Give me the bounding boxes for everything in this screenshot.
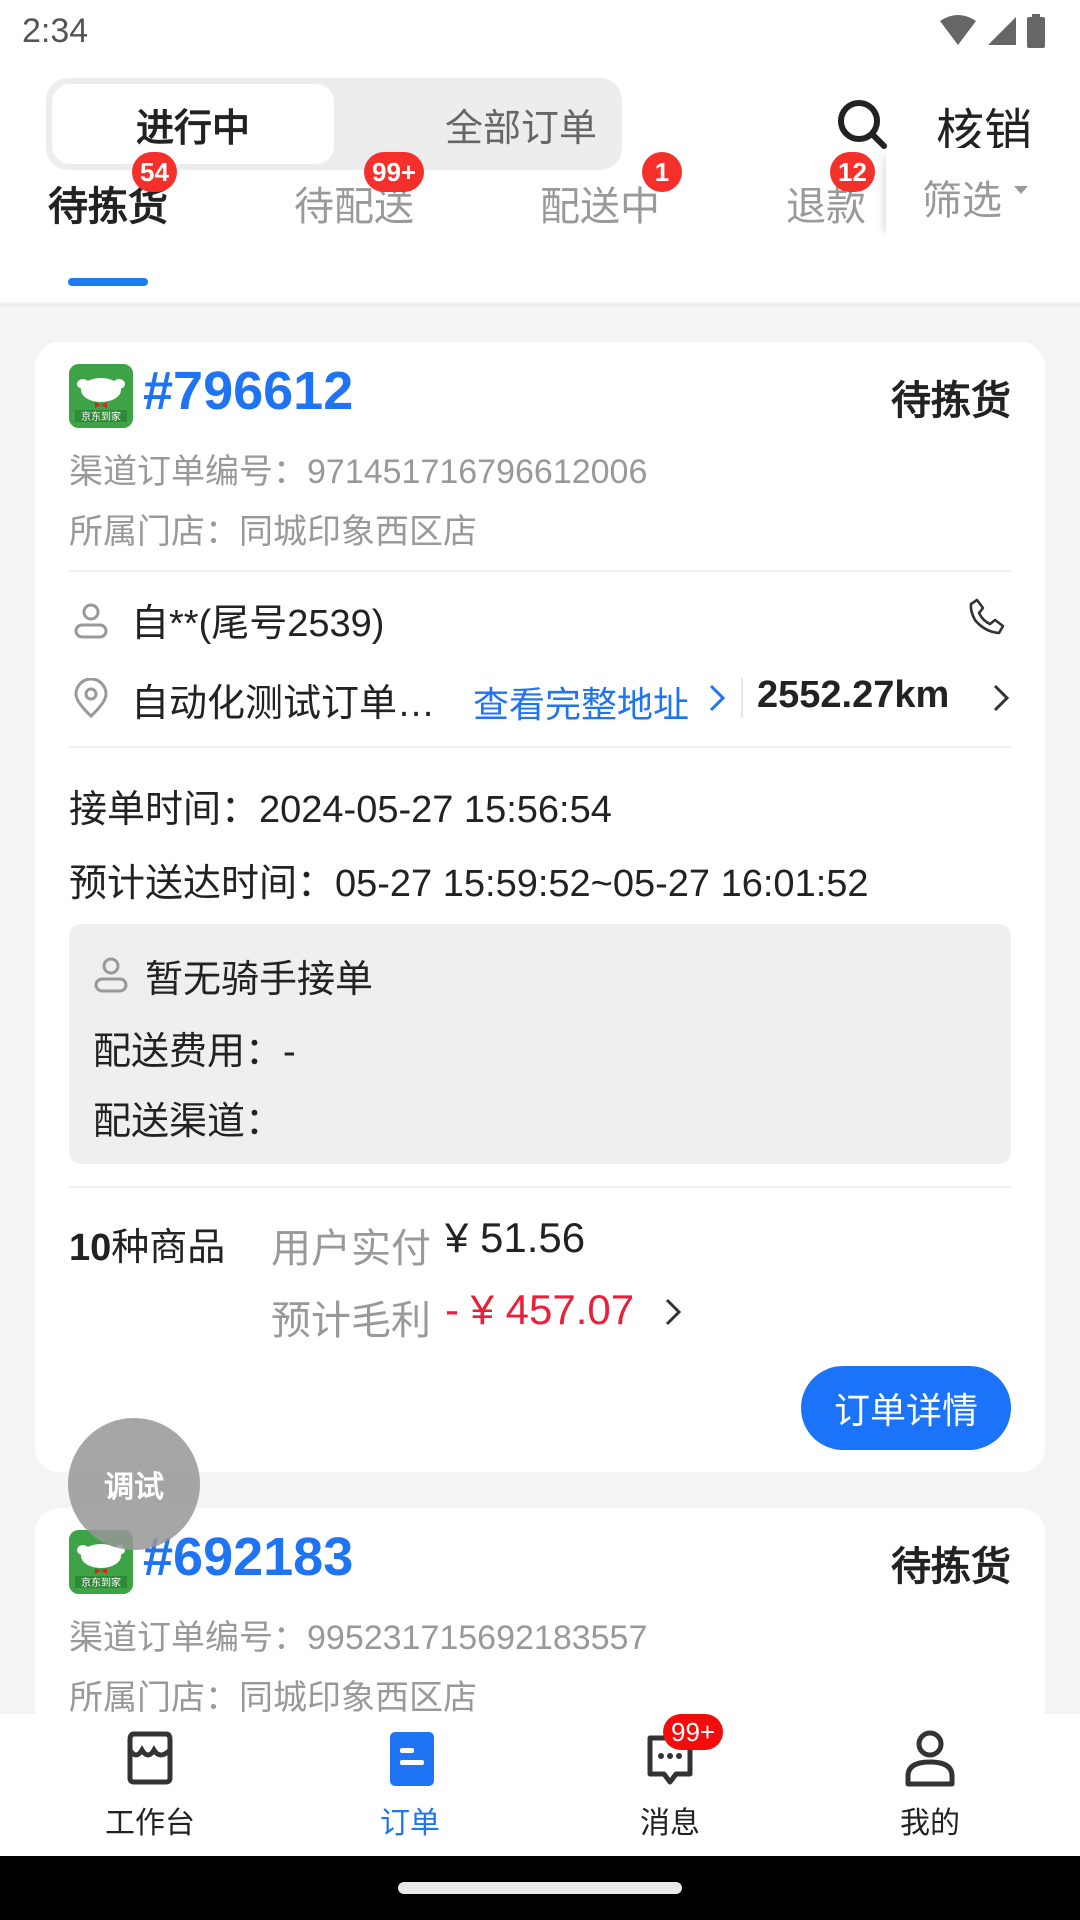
vertical-separator — [741, 678, 743, 718]
battery-icon — [1027, 14, 1045, 48]
order-card[interactable]: 京东到家 #796612 待拣货 渠道订单编号：9714517167966120… — [35, 342, 1045, 1472]
nav-label: 消息 — [640, 1807, 700, 1840]
signal-icon — [988, 17, 1016, 45]
status-time: 2:34 — [22, 12, 89, 50]
tab-refund[interactable]: 退款 12 — [786, 152, 875, 232]
channel-order-number: 渠道订单编号：995231715692183557 — [69, 1619, 648, 1657]
store-icon — [127, 1731, 173, 1785]
nav-profile[interactable]: 我的 — [795, 1714, 1065, 1856]
delivery-fee: 配送费用：- — [93, 1031, 296, 1073]
rider-icon — [94, 957, 128, 993]
tab-delivering[interactable]: 配送中 1 — [540, 152, 682, 232]
phone-icon[interactable] — [967, 596, 1007, 636]
goods-count-suffix: 种商品 — [111, 1227, 226, 1269]
location-pin-icon — [74, 678, 108, 718]
store-name: 所属门店：同城印象西区店 — [69, 513, 477, 551]
customer-name: 自**(尾号2539) — [131, 603, 385, 645]
jd-daojia-logo-icon: 京东到家 — [69, 364, 133, 428]
divider — [69, 570, 1011, 572]
nav-messages[interactable]: 99+ 消息 — [535, 1714, 805, 1856]
tab-pending-pick[interactable]: 待拣货 54 — [48, 152, 177, 232]
store-name: 所属门店：同城印象西区店 — [69, 1679, 477, 1717]
chevron-right-icon — [709, 684, 726, 712]
debug-button[interactable]: 调试 — [68, 1418, 200, 1550]
home-gesture-handle[interactable] — [398, 1882, 682, 1894]
profit-label: 预计毛利 — [271, 1299, 431, 1343]
nav-label: 订单 — [380, 1807, 440, 1840]
channel-order-number: 渠道订单编号：971451716796612006 — [69, 453, 648, 491]
paid-label: 用户实付 — [271, 1227, 431, 1271]
goods-count-number: 10 — [69, 1227, 112, 1269]
profit-amount[interactable]: - ¥ 457.07 — [445, 1286, 634, 1334]
profile-icon — [905, 1730, 955, 1787]
goods-count[interactable]: 10种商品 — [69, 1216, 225, 1271]
order-status: 待拣货 — [891, 379, 1011, 423]
user-icon — [74, 603, 108, 639]
nav-badge: 99+ — [663, 1714, 724, 1750]
delivery-address: 自动化测试订单… — [131, 683, 436, 725]
tab-badge: 54 — [132, 152, 177, 192]
rider-info-box: 暂无骑手接单 配送费用：- 配送渠道： — [69, 924, 1011, 1164]
tab-pending-delivery[interactable]: 待配送 99+ — [294, 152, 425, 232]
wifi-icon — [940, 15, 976, 45]
order-detail-button[interactable]: 订单详情 — [801, 1366, 1011, 1450]
nav-workbench[interactable]: 工作台 — [15, 1714, 285, 1856]
tab-label: 配送中 — [540, 185, 660, 229]
chevron-right-icon — [665, 1298, 682, 1326]
distance[interactable]: 2552.27km — [757, 674, 949, 717]
logo-text: 京东到家 — [81, 1576, 121, 1589]
divider — [69, 1186, 1011, 1188]
delivery-channel: 配送渠道： — [93, 1101, 284, 1143]
nav-label: 工作台 — [105, 1807, 195, 1840]
tab-badge: 1 — [642, 152, 682, 192]
divider — [69, 746, 1011, 748]
view-full-address-link[interactable]: 查看完整地址 — [473, 676, 689, 728]
order-status: 待拣货 — [891, 1545, 1011, 1589]
rider-status: 暂无骑手接单 — [145, 959, 374, 1001]
chevron-right-icon — [993, 684, 1010, 712]
bottom-navigation: 工作台 订单 99+ 消息 我的 — [0, 1714, 1080, 1856]
filter-label: 筛选 — [922, 179, 1002, 223]
nav-label: 我的 — [900, 1807, 960, 1840]
logo-text: 京东到家 — [81, 410, 121, 423]
nav-orders[interactable]: 订单 — [275, 1714, 545, 1856]
order-number[interactable]: #796612 — [143, 360, 353, 422]
search-icon[interactable] — [834, 96, 890, 152]
accept-time: 接单时间：2024-05-27 15:56:54 — [69, 789, 612, 831]
active-tab-indicator — [68, 278, 148, 286]
caret-down-icon — [1014, 186, 1028, 194]
paid-amount: ¥ 51.56 — [445, 1214, 586, 1261]
estimated-delivery-time: 预计送达时间：05-27 15:59:52~05-27 16:01:52 — [69, 863, 869, 905]
status-bar: 2:34 — [0, 0, 1080, 62]
header-divider — [0, 304, 1080, 306]
filter-button[interactable]: 筛选 — [886, 148, 1080, 240]
order-icon — [390, 1732, 434, 1786]
status-icons — [938, 14, 1046, 48]
system-gesture-bar — [0, 1856, 1080, 1920]
tab-badge: 12 — [830, 152, 875, 192]
tab-badge: 99+ — [364, 152, 425, 192]
